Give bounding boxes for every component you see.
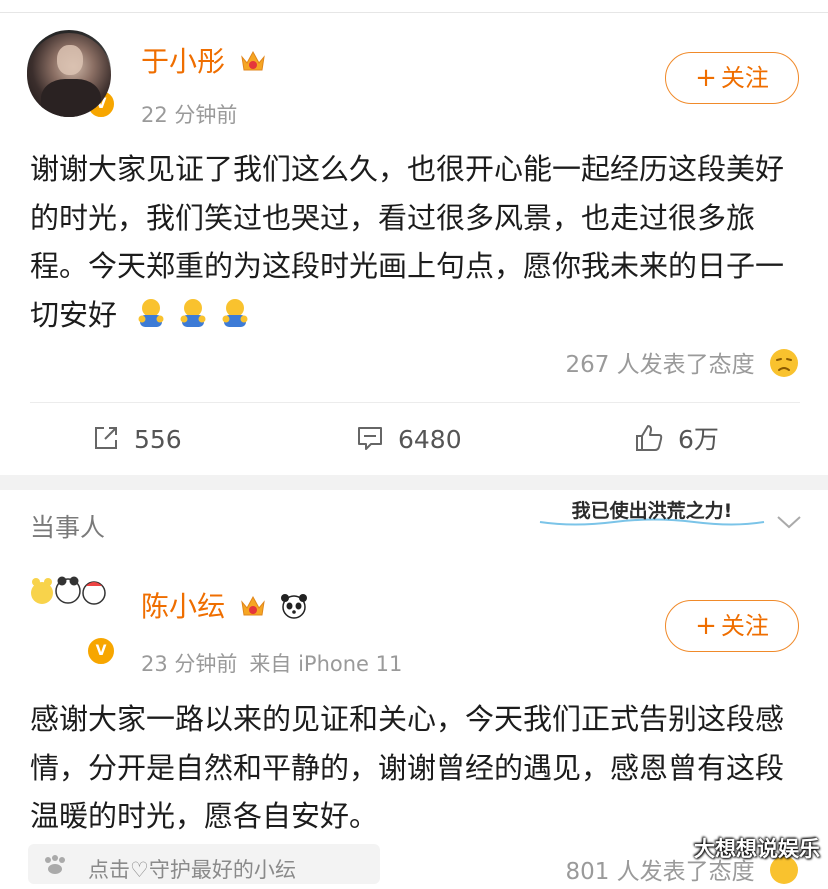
reaction-summary[interactable]: 267 人发表了态度	[565, 345, 800, 382]
comment-button[interactable]: 6480	[356, 420, 462, 460]
username[interactable]: 于小彤	[141, 40, 266, 80]
share-icon	[95, 427, 117, 449]
section-title: 当事人	[30, 513, 106, 542]
avatar[interactable]	[27, 33, 111, 117]
username-text[interactable]: 于小彤	[141, 45, 225, 78]
crown-icon	[241, 50, 265, 71]
guard-tip-bar[interactable]: 点击♡守护最好的小纭	[28, 844, 380, 884]
section-gap	[0, 475, 828, 490]
follow-button[interactable]: + 关注	[665, 52, 799, 104]
hug-emoji	[222, 298, 248, 327]
guard-tip-text: 点击♡守护最好的小纭	[88, 858, 296, 882]
action-bar: 556 6480 6万	[0, 420, 828, 460]
comment-count: 6480	[398, 425, 462, 454]
panda-icon	[280, 594, 307, 619]
comment-icon	[358, 427, 382, 450]
share-count: 556	[134, 425, 182, 454]
post-source: 来自 iPhone 11	[249, 652, 403, 676]
avatar-decoration-icon	[31, 576, 106, 605]
like-button[interactable]: 6万	[634, 420, 719, 460]
crown-icon	[241, 595, 265, 616]
paw-icon	[45, 855, 65, 874]
action-divider	[30, 402, 800, 403]
section-header: 当事人 我已使出洪荒之力!	[0, 490, 828, 560]
reaction-count: 267 人发表了态度	[565, 352, 755, 378]
avatar-face	[57, 45, 83, 75]
post-text: 谢谢大家见证了我们这么久，也很开心能一起经历这段美好的时光，我们笑过也哭过，看过…	[30, 145, 800, 339]
follow-label: 关注	[720, 64, 769, 92]
avatar-body	[41, 79, 101, 117]
follow-button[interactable]: + 关注	[665, 600, 799, 652]
sticker-text: 我已使出洪荒之力!	[572, 499, 733, 522]
plus-icon: +	[695, 63, 717, 93]
post-time: 23 分钟前	[141, 652, 238, 676]
post-meta: 23 分钟前 来自 iPhone 11	[141, 648, 402, 678]
share-button[interactable]: 556	[92, 420, 182, 460]
plus-icon: +	[695, 611, 717, 641]
watermark: 大想想说娱乐	[694, 837, 820, 861]
follow-label: 关注	[720, 612, 769, 640]
hug-emoji	[138, 298, 164, 327]
verified-icon: V	[86, 636, 116, 666]
username[interactable]: 陈小纭	[141, 585, 309, 625]
sad-face-icon	[770, 348, 798, 377]
like-count: 6万	[678, 425, 719, 454]
post-text: 感谢大家一路以来的见证和关心，今天我们正式告别这段感情，分开是自然和平静的，谢谢…	[30, 695, 800, 841]
like-icon	[636, 425, 663, 451]
sticker-banner: 我已使出洪荒之力!	[539, 499, 765, 526]
post-text-content: 感谢大家一路以来的见证和关心，今天我们正式告别这段感情，分开是自然和平静的，谢谢…	[30, 702, 785, 833]
username-text[interactable]: 陈小纭	[141, 590, 225, 623]
chevron-down-icon[interactable]	[776, 514, 802, 530]
hug-emoji	[180, 298, 206, 327]
post-time: 22 分钟前	[141, 103, 238, 127]
